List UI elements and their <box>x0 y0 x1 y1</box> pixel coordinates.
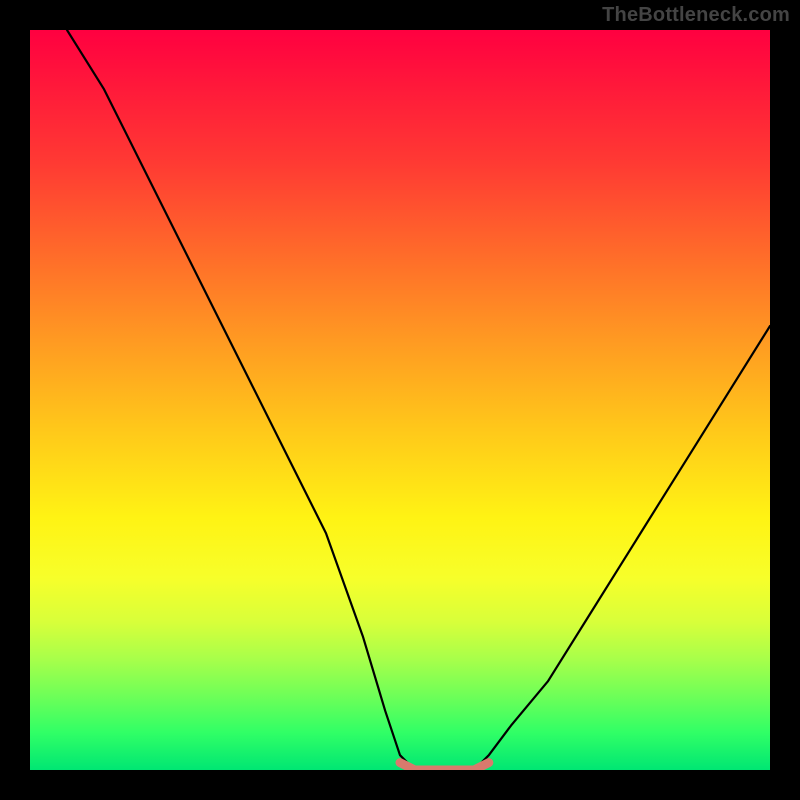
chart-frame: TheBottleneck.com <box>0 0 800 800</box>
plot-area <box>30 30 770 770</box>
curve-svg <box>30 30 770 770</box>
flat-highlight-path <box>400 763 489 770</box>
watermark-text: TheBottleneck.com <box>602 4 790 27</box>
bottleneck-curve-path <box>67 30 770 770</box>
